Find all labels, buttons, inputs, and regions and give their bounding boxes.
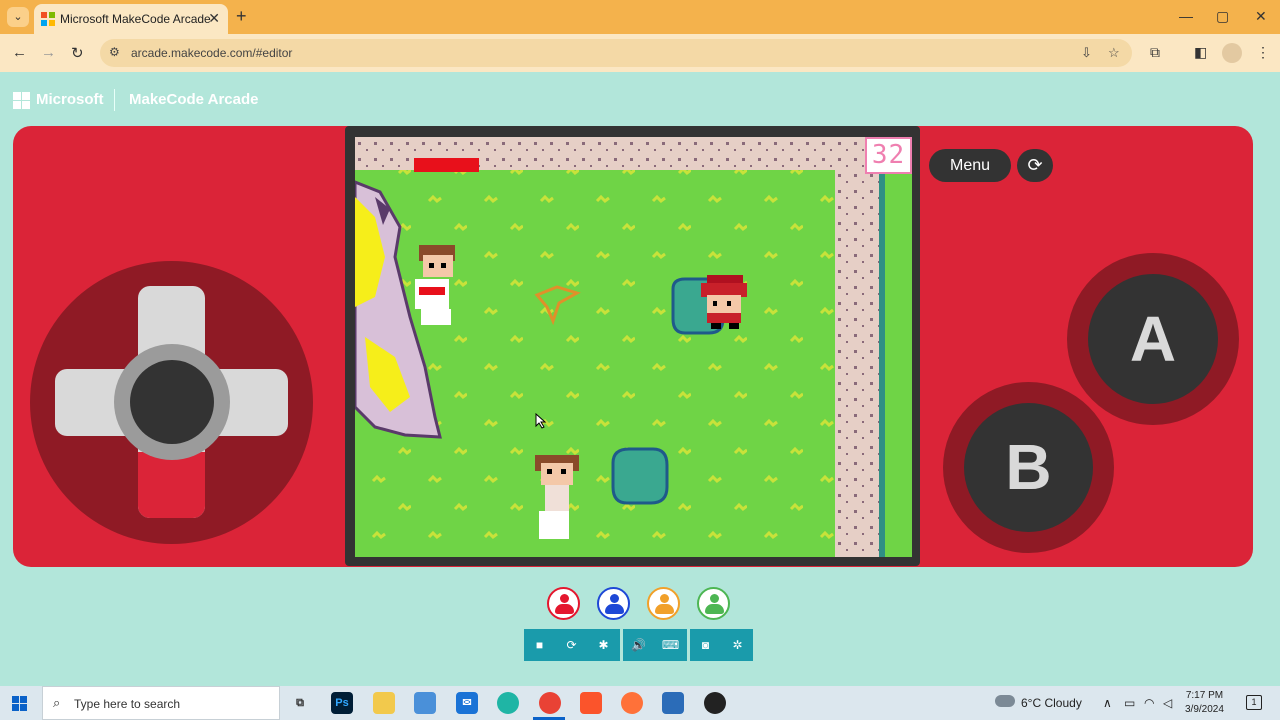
search-icon: ⌕ [53, 695, 61, 710]
url-text[interactable]: arcade.makecode.com/#editor [131, 46, 292, 60]
menu-button[interactable]: Menu [929, 149, 1011, 182]
score-counter: 32 [865, 137, 912, 174]
tab-search-dropdown[interactable]: ⌄ [7, 7, 29, 27]
forward-arrow-icon[interactable]: → [41, 44, 56, 61]
restart-sim-icon[interactable]: ⟳ [556, 629, 587, 661]
dpad-center [130, 360, 214, 444]
a-button[interactable]: A [1088, 274, 1218, 404]
microsoft-favicon-icon [41, 12, 55, 26]
clock-date: 3/9/2024 [1185, 704, 1224, 715]
profile-avatar[interactable] [1222, 43, 1242, 63]
hero-sprite [701, 275, 747, 329]
sim-toolbar-group-3: ◙ ✲ [690, 629, 753, 661]
b-button[interactable]: B [964, 403, 1093, 532]
maximize-button[interactable]: ▢ [1216, 8, 1229, 25]
mail-icon[interactable]: ✉ [456, 692, 478, 714]
brave-icon[interactable] [580, 692, 602, 714]
app-window-icon[interactable] [662, 692, 684, 714]
new-tab-button[interactable]: + [236, 6, 247, 27]
edge-icon[interactable] [497, 692, 519, 714]
health-bar [414, 158, 479, 172]
tab-title: Microsoft MakeCode Arcade [60, 12, 211, 26]
wifi-icon[interactable]: ◠ [1144, 696, 1154, 710]
microsoft-logo-icon[interactable] [13, 92, 31, 110]
firefox-icon[interactable] [621, 692, 643, 714]
bush [611, 447, 669, 505]
side-panel-icon[interactable]: ◧ [1194, 44, 1207, 61]
sound-icon[interactable]: 🔊 [623, 629, 654, 661]
restart-icon[interactable]: ⟳ [1017, 149, 1053, 182]
file-explorer-icon[interactable] [373, 692, 395, 714]
dpad-down-pressed[interactable] [138, 452, 205, 518]
browser-tab-bar: ⌄ Microsoft MakeCode Arcade ✕ + — ▢ ✕ [0, 0, 1280, 34]
player-4-button[interactable] [697, 587, 730, 620]
more-menu-icon[interactable]: ⋮ [1256, 44, 1270, 61]
bookmark-star-icon[interactable]: ☆ [1108, 45, 1120, 61]
notification-center-icon[interactable]: 1 [1246, 695, 1262, 710]
task-view-icon[interactable]: ⧉ [289, 692, 311, 714]
player-3-button[interactable] [647, 587, 680, 620]
chrome-icon[interactable] [539, 692, 561, 714]
keyboard-icon[interactable]: ⌨ [655, 629, 686, 661]
tab-close-icon[interactable]: ✕ [208, 10, 220, 27]
taskbar-clock[interactable]: 7:17 PM 3/9/2024 [1185, 689, 1224, 717]
player-icon [660, 594, 669, 603]
address-bar[interactable]: ⚙ arcade.makecode.com/#editor ⇩ ☆ [100, 39, 1132, 67]
windows-start-icon[interactable] [12, 696, 27, 711]
close-window-button[interactable]: ✕ [1255, 8, 1267, 25]
search-placeholder: Type here to search [74, 697, 181, 711]
sim-toolbar-group-1: ■ ⟳ ✱ [524, 629, 620, 661]
player-1-button[interactable] [547, 587, 580, 620]
battery-icon[interactable]: ▭ [1124, 696, 1135, 710]
volume-icon[interactable]: ◁ [1163, 696, 1172, 710]
browser-toolbar: ← → ↻ ⚙ arcade.makecode.com/#editor ⇩ ☆ … [0, 34, 1280, 72]
extensions-icon[interactable]: ⧉ [1150, 44, 1160, 61]
show-hidden-icons-icon[interactable]: ∧ [1103, 696, 1112, 710]
player-icon [710, 594, 719, 603]
sim-toolbar-group-2: 🔊 ⌨ [623, 629, 687, 661]
microsoft-store-icon[interactable] [414, 692, 436, 714]
photoshop-icon[interactable]: Ps [331, 692, 353, 714]
stop-icon[interactable]: ■ [524, 629, 555, 661]
install-app-icon[interactable]: ⇩ [1081, 45, 1092, 61]
reload-icon[interactable]: ↻ [71, 44, 84, 62]
taskbar-search-box[interactable]: ⌕ Type here to search [42, 686, 280, 720]
player-2-button[interactable] [597, 587, 630, 620]
microsoft-brand-text[interactable]: Microsoft [36, 91, 104, 108]
weather-text[interactable]: 6°C Cloudy [1021, 696, 1082, 710]
clock-time: 7:17 PM [1185, 690, 1224, 701]
browser-tab[interactable]: Microsoft MakeCode Arcade ✕ [34, 4, 228, 34]
makecode-header: Microsoft MakeCode Arcade [0, 72, 1280, 124]
screenshot-camera-icon[interactable]: ◙ [690, 629, 721, 661]
game-screen[interactable] [355, 137, 912, 557]
debug-bug-icon[interactable]: ✱ [588, 629, 619, 661]
cloud-icon[interactable] [995, 695, 1015, 707]
back-arrow-icon[interactable]: ← [12, 44, 27, 61]
fullscreen-icon[interactable]: ✲ [722, 629, 753, 661]
windows-taskbar: ⌕ Type here to search ⧉ Ps ✉ 6°C Cloudy … [0, 686, 1280, 720]
site-info-icon[interactable]: ⚙ [109, 45, 120, 59]
minimize-button[interactable]: — [1179, 8, 1193, 24]
app-title[interactable]: MakeCode Arcade [129, 91, 259, 108]
villager-sprite [415, 245, 455, 325]
header-divider [114, 89, 115, 111]
player-icon [560, 594, 569, 603]
recorder-icon[interactable] [704, 692, 726, 714]
player-icon [610, 594, 619, 603]
